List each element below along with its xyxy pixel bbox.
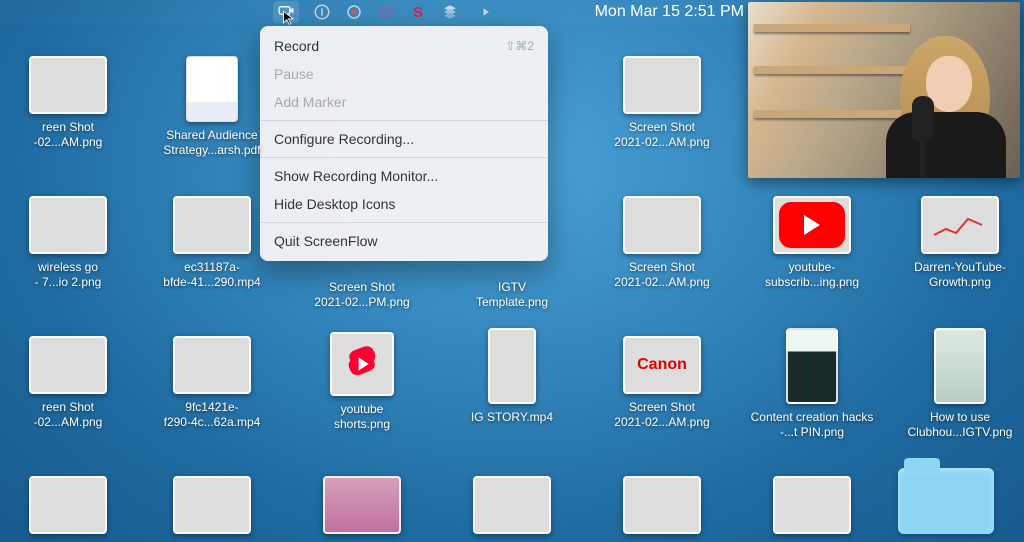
file-label: wireless go- 7...io 2.png — [35, 260, 102, 290]
package-icon[interactable] — [377, 3, 395, 21]
thumbnail-icon — [29, 336, 107, 394]
file-label: Shared Audience Strategy...arsh.pdf — [142, 128, 282, 158]
menubar-clock: Mon Mar 15 2:51 PM — [595, 3, 744, 20]
file-label: Screen Shot2021-02...PM.png — [314, 280, 409, 310]
file-label: youtubeshorts.png — [334, 402, 390, 432]
file-label: Screen Shot2021-02...AM.png — [614, 120, 709, 150]
file-igtv-template[interactable]: IGTVTemplate.png — [440, 274, 584, 310]
file-label: Screen Shot2021-02...AM.png — [614, 260, 709, 290]
thumbnail-icon — [773, 196, 851, 254]
arrow-app-icon[interactable] — [473, 3, 491, 21]
file-ig-story[interactable]: IG STORY.mp4 — [440, 328, 584, 425]
file-item[interactable] — [440, 476, 584, 534]
file-screenshot[interactable]: Screen Shot2021-02...AM.png — [590, 56, 734, 150]
file-growth-chart[interactable]: Darren-YouTube-Growth.png — [888, 196, 1024, 290]
thumbnail-icon — [786, 328, 838, 404]
file-label: Screen Shot2021-02...AM.png — [614, 400, 709, 430]
folder-icon[interactable] — [898, 468, 994, 534]
file-label: IG STORY.mp4 — [471, 410, 553, 425]
file-content-creation-pin[interactable]: Content creation hacks -...t PIN.png — [740, 328, 884, 440]
microphone-icon — [912, 96, 934, 142]
file-image[interactable]: wireless go- 7...io 2.png — [0, 196, 140, 290]
file-label: reen Shot-02...AM.png — [34, 120, 103, 150]
thumbnail-icon — [173, 336, 251, 394]
file-label: youtube-subscrib...ing.png — [765, 260, 859, 290]
canon-logo-icon: Canon — [623, 336, 701, 394]
file-label: Darren-YouTube-Growth.png — [914, 260, 1006, 290]
thumbnail-icon — [29, 56, 107, 114]
thumbnail-icon — [934, 328, 986, 404]
file-label: 9fc1421e-f290-4c...62a.mp4 — [164, 400, 261, 430]
thumbnail-icon — [473, 476, 551, 534]
file-item[interactable] — [140, 476, 284, 534]
thumbnail-icon — [921, 196, 999, 254]
pdf-icon — [186, 56, 238, 122]
file-youtube-shorts[interactable]: youtubeshorts.png — [290, 332, 434, 432]
file-label: Content creation hacks -...t PIN.png — [742, 410, 882, 440]
file-video[interactable]: ec31187a-bfde-41...290.mp4 — [140, 196, 284, 290]
s-app-icon[interactable]: S — [409, 3, 427, 21]
presenter-figure — [860, 18, 1010, 178]
file-screenshot-partial[interactable]: Screen Shot2021-02...PM.png — [290, 274, 434, 310]
file-label: reen Shot-02...AM.png — [34, 400, 103, 430]
cursor-icon — [282, 10, 298, 26]
webcam-overlay — [748, 2, 1020, 178]
camera-status-icon[interactable] — [345, 3, 363, 21]
file-video[interactable]: 9fc1421e-f290-4c...62a.mp4 — [140, 336, 284, 430]
file-label: How to useClubhou...IGTV.png — [908, 410, 1013, 440]
file-label: ec31187a-bfde-41...290.mp4 — [163, 260, 260, 290]
file-item[interactable] — [740, 476, 884, 534]
stack-icon[interactable] — [441, 3, 459, 21]
file-youtube-subscribe[interactable]: youtube-subscrib...ing.png — [740, 196, 884, 290]
file-label: IGTVTemplate.png — [476, 280, 548, 310]
file-screenshot[interactable]: Screen Shot2021-02...AM.png — [590, 196, 734, 290]
thumbnail-icon — [173, 476, 251, 534]
file-screenshot[interactable]: reen Shot-02...AM.png — [0, 56, 140, 150]
thumbnail-icon — [623, 196, 701, 254]
file-item[interactable] — [0, 476, 140, 534]
thumbnail-icon — [488, 328, 536, 404]
thumbnail-icon — [323, 476, 401, 534]
file-clubhouse-igtv[interactable]: How to useClubhou...IGTV.png — [888, 328, 1024, 440]
onepassword-icon[interactable] — [313, 3, 331, 21]
file-item[interactable] — [590, 476, 734, 534]
file-pdf[interactable]: Shared Audience Strategy...arsh.pdf — [140, 56, 284, 158]
thumbnail-icon — [173, 196, 251, 254]
thumbnail-icon — [29, 196, 107, 254]
file-item[interactable] — [290, 476, 434, 534]
file-screenshot[interactable]: reen Shot-02...AM.png — [0, 336, 140, 430]
shorts-icon — [330, 332, 394, 396]
thumbnail-icon — [623, 476, 701, 534]
thumbnail-icon — [29, 476, 107, 534]
file-canon-screenshot[interactable]: Canon Screen Shot2021-02...AM.png — [590, 336, 734, 430]
thumbnail-icon — [773, 476, 851, 534]
thumbnail-icon — [623, 56, 701, 114]
